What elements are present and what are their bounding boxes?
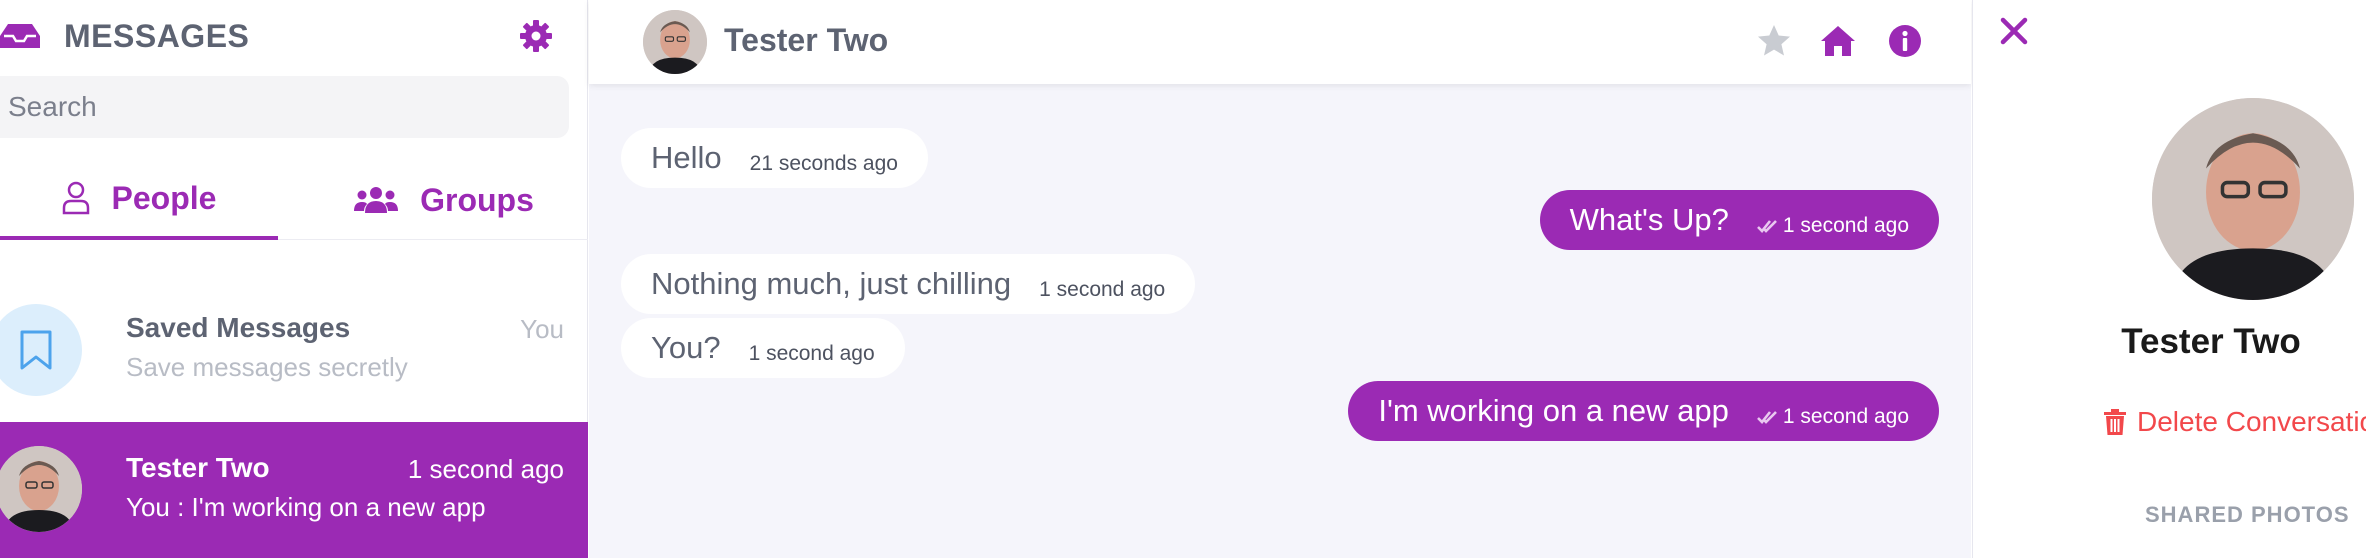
info-icon[interactable] (1886, 22, 1924, 60)
sidebar: MESSAGES Search People Groups Saved Mess… (0, 0, 588, 558)
conversation-name: Saved Messages (126, 312, 351, 343)
tab-bar: People Groups (0, 160, 588, 240)
conversation-time: 1 second ago (407, 454, 564, 484)
tab-groups[interactable]: Groups (300, 160, 588, 240)
star-icon[interactable] (1755, 22, 1793, 60)
saved-messages-avatar (0, 304, 82, 396)
chat-contact-name[interactable]: Tester Two (724, 22, 888, 59)
user-icon (62, 181, 89, 215)
avatar[interactable] (643, 10, 707, 74)
message-meta: 1 second ago (1756, 405, 1909, 429)
double-check-icon (1756, 411, 1777, 424)
message-time: 1 second ago (1039, 278, 1166, 301)
sidebar-title: MESSAGES (64, 18, 250, 54)
message-bubble-outgoing: I'm working on a new app 1 second ago (1348, 381, 1939, 441)
shared-photos-heading: SHARED PHOTOS (2145, 502, 2350, 527)
message-bubble-outgoing: What's Up? 1 second ago (1539, 190, 1939, 250)
message-text: You? (651, 330, 721, 365)
gear-icon[interactable] (518, 18, 554, 54)
delete-conversation-label: Delete Conversation (2137, 406, 2366, 437)
conversation-item-tester-two[interactable]: Tester Two You : I'm working on a new ap… (0, 422, 588, 558)
message-meta: 1 second ago (1756, 214, 1909, 238)
conversation-preview: You : I'm working on a new app (126, 492, 486, 522)
message-text: What's Up? (1569, 202, 1729, 237)
chat-header: Tester Two (589, 0, 1971, 84)
message-time: 1 second ago (1782, 405, 1909, 428)
home-icon[interactable] (1819, 22, 1857, 60)
users-icon (354, 187, 399, 213)
message-bubble-incoming: Hello 21 seconds ago (621, 128, 928, 188)
conversation-item-saved-messages[interactable]: Saved Messages Save messages secretly Yo… (0, 290, 588, 410)
chat-panel: Tester Two Hello 21 seconds ago What's U… (589, 0, 1971, 558)
inbox-icon (0, 24, 40, 48)
close-icon[interactable] (1999, 16, 2029, 46)
avatar (2152, 98, 2354, 300)
tab-people[interactable]: People (0, 160, 278, 240)
conversation-time: You (520, 314, 564, 344)
message-text: Nothing much, just chilling (651, 266, 1012, 301)
contact-info-panel: Tester Two Delete Conversation SHARED PH… (1972, 0, 2366, 558)
message-bubble-incoming: Nothing much, just chilling 1 second ago (621, 254, 1196, 314)
tab-groups-label: Groups (420, 181, 534, 218)
avatar (0, 446, 82, 532)
conversation-name: Tester Two (126, 452, 270, 483)
sidebar-header: MESSAGES (0, 0, 588, 72)
conversation-preview: Save messages secretly (126, 352, 408, 382)
search-input[interactable] (0, 76, 569, 138)
message-text: I'm working on a new app (1378, 393, 1729, 428)
delete-conversation-button[interactable]: Delete Conversation (2103, 406, 2366, 438)
message-text: Hello (651, 140, 722, 175)
contact-name: Tester Two (2121, 322, 2301, 361)
double-check-icon (1756, 220, 1777, 233)
message-time: 1 second ago (1782, 214, 1909, 237)
message-time: 1 second ago (748, 342, 875, 365)
bookmark-icon (20, 330, 52, 370)
message-bubble-incoming: You? 1 second ago (621, 318, 905, 378)
tab-people-label: People (111, 179, 217, 216)
message-time: 21 seconds ago (749, 152, 898, 175)
trash-icon (2104, 409, 2126, 435)
